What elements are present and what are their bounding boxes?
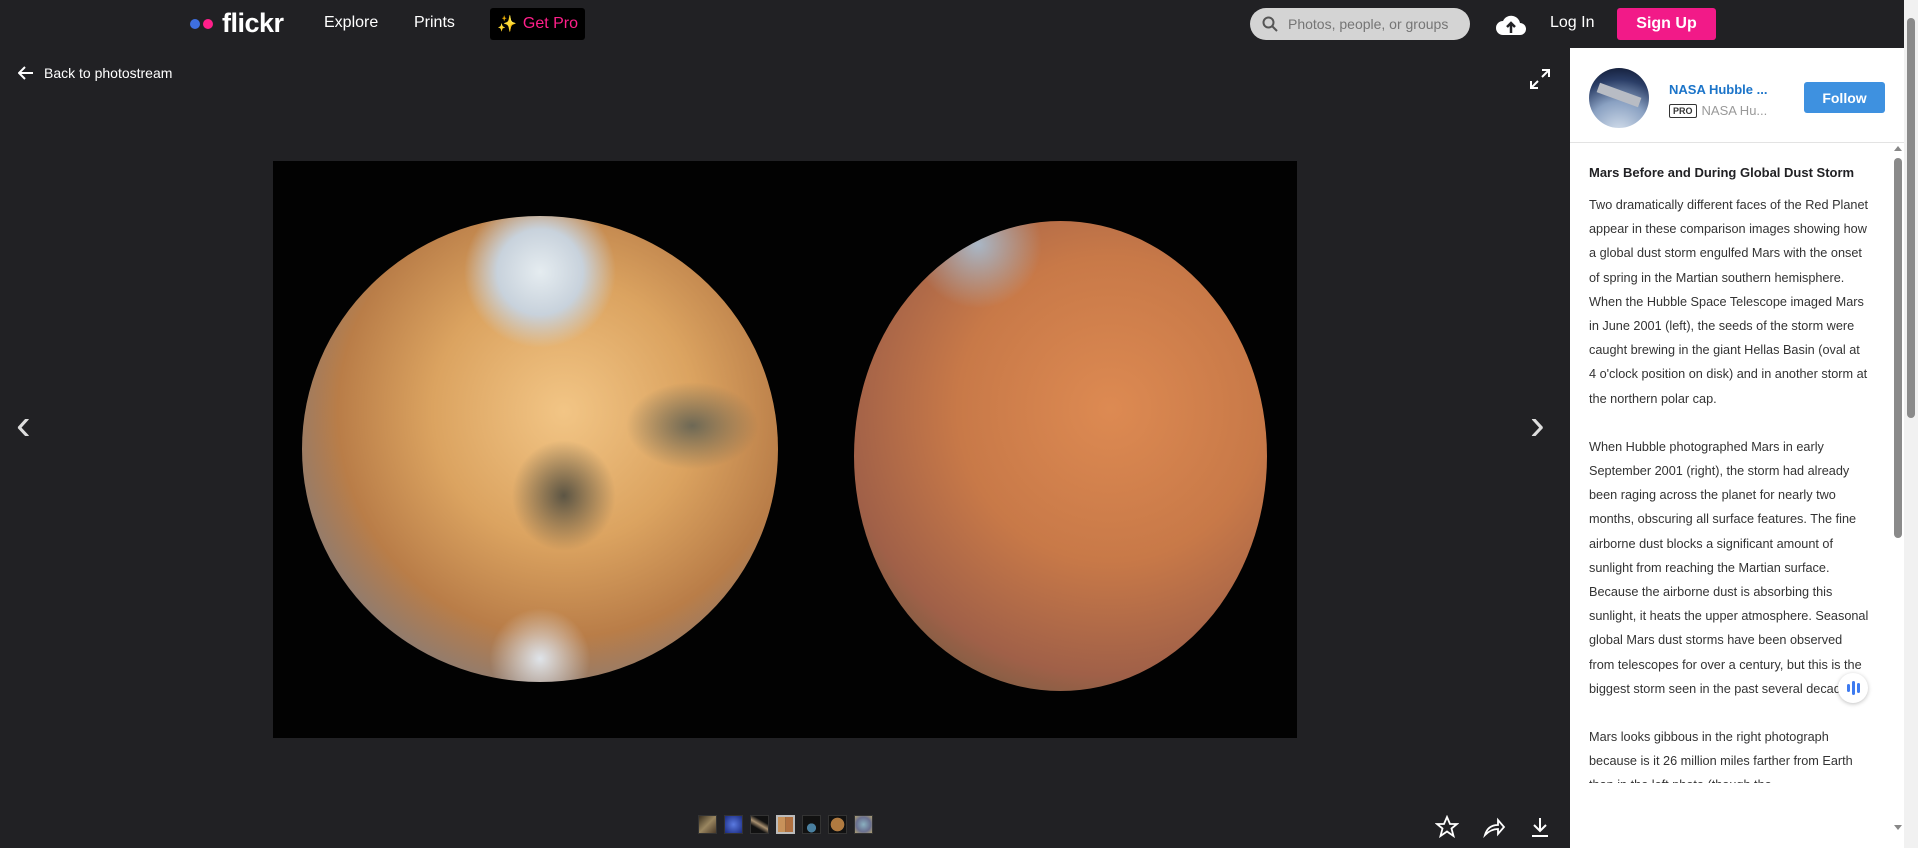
thumbnail[interactable]: [854, 815, 873, 834]
photo-description: Mars Before and During Global Dust Storm…: [1589, 163, 1869, 807]
search-icon: [1262, 16, 1278, 32]
pro-badge: PRO: [1669, 103, 1697, 118]
signup-button[interactable]: Sign Up: [1617, 8, 1716, 40]
photo-title: Mars Before and During Global Dust Storm: [1589, 165, 1855, 180]
logo-text: flickr: [222, 8, 284, 38]
nav-prints[interactable]: Prints: [414, 14, 455, 32]
logo-blue-dot: [190, 18, 200, 29]
sparkle-icon: ✨: [496, 16, 517, 33]
scroll-down-icon[interactable]: [1894, 825, 1902, 830]
description-paragraph: Two dramatically different faces of the …: [1589, 198, 1869, 406]
nav-explore[interactable]: Explore: [324, 14, 378, 32]
favorite-star-icon[interactable]: [1432, 812, 1462, 842]
mars-september-2001: [854, 221, 1267, 691]
owner-name-link[interactable]: NASA Hubble ...: [1669, 82, 1767, 97]
previous-photo-arrow[interactable]: ‹: [16, 400, 31, 450]
search-input[interactable]: [1288, 16, 1458, 32]
thumbnail-selected[interactable]: [776, 815, 795, 834]
panel-scroll-thumb[interactable]: [1894, 158, 1902, 538]
get-pro-label: Get Pro: [522, 15, 579, 32]
panel-scrollbar[interactable]: [1893, 143, 1903, 848]
top-nav-bar: flickr Explore Prints ✨ Get Pro Log In Si…: [0, 0, 1904, 48]
mars-june-2001: [302, 216, 778, 682]
thumbnail[interactable]: [698, 815, 717, 834]
owner-username: NASA Hu...: [1701, 103, 1768, 118]
search-box[interactable]: [1250, 8, 1470, 40]
description-paragraph: Mars looks gibbous in the right photogra…: [1589, 730, 1853, 783]
owner-header: NASA Hubble ... PRO NASA Hu... Follow: [1570, 48, 1904, 143]
owner-avatar[interactable]: [1589, 68, 1649, 128]
login-link[interactable]: Log In: [1550, 14, 1594, 32]
share-icon[interactable]: [1479, 812, 1509, 842]
thumbnail[interactable]: [828, 815, 847, 834]
back-label: Back to photostream: [44, 65, 173, 81]
get-pro-button[interactable]: ✨ Get Pro: [490, 8, 585, 40]
fullscreen-icon[interactable]: [1529, 68, 1551, 90]
next-photo-arrow[interactable]: ›: [1530, 400, 1545, 450]
upload-cloud-icon[interactable]: [1495, 11, 1527, 37]
download-icon[interactable]: [1525, 812, 1555, 842]
logo-pink-dot: [203, 18, 213, 29]
thumbnail[interactable]: [750, 815, 769, 834]
main-photo: [273, 161, 1297, 738]
arrow-left-icon: [18, 66, 33, 80]
page-scroll-thumb[interactable]: [1907, 18, 1915, 418]
flickr-logo[interactable]: flickr: [190, 8, 284, 39]
back-to-photostream-link[interactable]: Back to photostream: [18, 65, 172, 81]
scroll-up-icon[interactable]: [1894, 146, 1902, 151]
voice-assistant-button[interactable]: [1838, 673, 1868, 703]
follow-button[interactable]: Follow: [1804, 82, 1885, 113]
description-paragraph: When Hubble photographed Mars in early S…: [1589, 439, 1869, 696]
telescope-shape: [1596, 82, 1642, 108]
page-scrollbar[interactable]: [1904, 0, 1918, 848]
owner-username-row: PRO NASA Hu...: [1669, 103, 1767, 118]
thumbnail[interactable]: [802, 815, 821, 834]
photo-info-panel: NASA Hubble ... PRO NASA Hu... Follow Ma…: [1570, 48, 1904, 848]
photostream-thumbnails: [698, 815, 873, 834]
thumbnail[interactable]: [724, 815, 743, 834]
